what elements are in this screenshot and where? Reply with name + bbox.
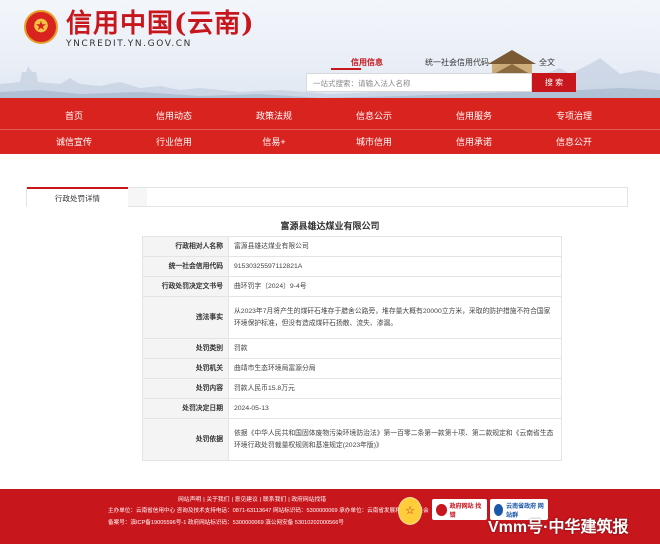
search-button[interactable]: 搜 索: [532, 73, 576, 92]
site-header: 信用中国(云南) YNCREDIT.YN.GOV.CN 信用信息 统一社会信用代…: [0, 0, 660, 104]
nav-item-credit-news[interactable]: 信用动态: [124, 104, 224, 129]
row-value: 富源县雄达煤业有限公司: [228, 236, 562, 257]
main-nav: 首页 信用动态 政策法规 信息公示 信用服务 专项治理 诚信宣传 行业信用 信易…: [0, 104, 660, 154]
table-row: 处罚类别 罚款: [142, 338, 562, 359]
row-label: 处罚依据: [142, 418, 229, 461]
national-emblem-icon: [24, 10, 58, 44]
row-value: 罚款: [228, 338, 562, 359]
table-row: 处罚依据 依据《中华人民共和国固体废物污染环境防治法》第一百零二条第一款第十项、…: [142, 418, 562, 461]
nav-item-home[interactable]: 首页: [24, 104, 124, 129]
search-tab-fulltext[interactable]: 全文: [502, 57, 592, 68]
table-row: 处罚内容 罚款人民币15.8万元: [142, 378, 562, 399]
row-label: 处罚类别: [142, 338, 229, 359]
row-value: 91530325597112821A: [228, 256, 562, 277]
search-tabs: 信用信息 统一社会信用代码 全文: [322, 57, 592, 68]
footer-links: 网站声明 | 关于我们 | 意见建议 | 联系我们 | 政府网站找错: [178, 497, 327, 503]
nav-item-credit-commitment[interactable]: 信用承诺: [424, 130, 524, 154]
publisher-watermark: Vmm号·中华建筑报: [488, 519, 629, 536]
row-value: 2024-05-13: [228, 398, 562, 419]
row-label: 统一社会信用代码: [142, 256, 229, 277]
row-value: 依据《中华人民共和国固体废物污染环境防治法》第一百零二条第一款第十项、第二款规定…: [228, 418, 562, 461]
row-value: 曲环罚字〔2024〕9-4号: [228, 276, 562, 297]
footer-sponsor-info: 主办单位：云南省信用中心 咨询及技术支持电话：0871-63113647 网站标…: [108, 508, 429, 514]
footer-link-feedback[interactable]: 意见建议: [235, 497, 258, 503]
row-label: 处罚内容: [142, 378, 229, 399]
row-value: 罚款人民币15.8万元: [228, 378, 562, 399]
search-tab-credit-code[interactable]: 统一社会信用代码: [412, 57, 502, 68]
nav-item-credit-service[interactable]: 信用服务: [424, 104, 524, 129]
row-label: 行政处罚决定文书号: [142, 276, 229, 297]
tab-penalty-detail[interactable]: 行政处罚详情: [27, 187, 128, 207]
row-value: 从2023年7月将产生的煤矸石堆存于腊舍公路旁，堆存量大概有20000立方米，采…: [228, 296, 562, 339]
detail-tabbar: 行政处罚详情: [26, 187, 628, 207]
nav-row-1: 首页 信用动态 政策法规 信息公示 信用服务 专项治理: [0, 104, 660, 129]
site-title: 信用中国(云南): [66, 9, 255, 39]
search-tab-credit-info[interactable]: 信用信息: [322, 57, 412, 68]
nav-item-integrity-promotion[interactable]: 诚信宣传: [24, 130, 124, 154]
table-row: 违法事实 从2023年7月将产生的煤矸石堆存于腊舍公路旁，堆存量大概有20000…: [142, 296, 562, 339]
nav-item-special-governance[interactable]: 专项治理: [524, 104, 624, 129]
table-row: 处罚机关 曲靖市生态环境局富源分局: [142, 358, 562, 379]
row-label: 行政相对人名称: [142, 236, 229, 257]
nav-item-xinyi-plus[interactable]: 信易+: [224, 130, 324, 154]
penalty-detail-table: 行政相对人名称 富源县雄达煤业有限公司 统一社会信用代码 91530325597…: [142, 236, 562, 461]
site-logo[interactable]: 信用中国(云南) YNCREDIT.YN.GOV.CN: [24, 10, 255, 49]
row-label: 违法事实: [142, 296, 229, 339]
gov-site-logo-icon: [436, 503, 447, 516]
footer-link-contact[interactable]: 联系我们: [263, 497, 286, 503]
row-label: 处罚机关: [142, 358, 229, 379]
nav-item-info-disclosure[interactable]: 信息公开: [524, 130, 624, 154]
table-row: 行政相对人名称 富源县雄达煤业有限公司: [142, 236, 562, 257]
table-row: 行政处罚决定文书号 曲环罚字〔2024〕9-4号: [142, 276, 562, 297]
table-row: 处罚决定日期 2024-05-13: [142, 398, 562, 419]
footer-link-error-report[interactable]: 政府网站找错: [291, 497, 326, 503]
company-name-heading: 富源县雄达煤业有限公司: [280, 221, 380, 231]
site-url: YNCREDIT.YN.GOV.CN: [66, 39, 192, 49]
nav-item-industry-credit[interactable]: 行业信用: [124, 130, 224, 154]
row-label: 处罚决定日期: [142, 398, 229, 419]
row-value: 曲靖市生态环境局富源分局: [228, 358, 562, 379]
nav-item-city-credit[interactable]: 城市信用: [324, 130, 424, 154]
party-government-badge-icon[interactable]: [398, 497, 422, 525]
gov-site-error-card[interactable]: 政府网站 找错: [432, 499, 487, 520]
table-row: 统一社会信用代码 91530325597112821A: [142, 256, 562, 277]
nav-item-policy[interactable]: 政策法规: [224, 104, 324, 129]
footer-link-about[interactable]: 关于我们: [206, 497, 229, 503]
nav-row-2: 诚信宣传 行业信用 信易+ 城市信用 信用承诺 信息公开: [0, 129, 660, 154]
footer-link-statement[interactable]: 网站声明: [178, 497, 201, 503]
search-input[interactable]: 一站式搜索：请输入法人名称: [306, 73, 532, 92]
footer-record-info: 备案号：滇ICP备19005596号-1 政府网站标识码：5300000069 …: [108, 520, 344, 526]
active-tab-indicator: [331, 68, 361, 70]
nav-item-publicity[interactable]: 信息公示: [324, 104, 424, 129]
gov-site-error-label: 政府网站 找错: [449, 503, 482, 519]
